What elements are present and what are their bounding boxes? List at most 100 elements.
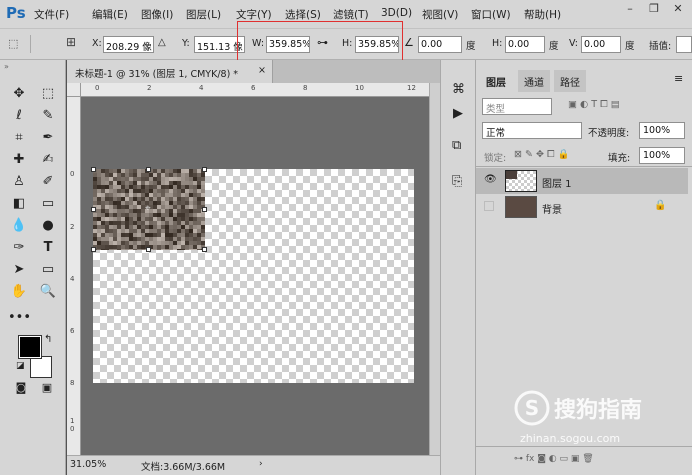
brush-tool-icon[interactable]: ✍: [37, 150, 59, 170]
status-bar: 31.05% 文档:3.66M/3.66M ›: [67, 455, 440, 475]
fill-field[interactable]: 100%: [639, 147, 685, 164]
type-tool-icon[interactable]: T: [37, 238, 59, 258]
menu-window[interactable]: 窗口(W): [471, 7, 511, 22]
menu-3d[interactable]: 3D(D): [381, 7, 412, 19]
separator: [30, 35, 31, 53]
tab-paths[interactable]: 路径: [554, 70, 586, 92]
menu-view[interactable]: 视图(V): [422, 7, 458, 22]
transform-handle-br[interactable]: [202, 247, 207, 252]
ruler-left-tick: 1: [70, 417, 75, 425]
menu-select[interactable]: 选择(S): [285, 7, 321, 22]
transform-center-icon[interactable]: ⌖: [145, 203, 151, 214]
history-brush-tool-icon[interactable]: ✐: [37, 172, 59, 192]
actions-panel-icon[interactable]: ▶: [453, 106, 463, 121]
delta-icon[interactable]: △: [158, 37, 166, 48]
hand-tool-icon[interactable]: ✋: [8, 282, 30, 302]
move-transform-icon[interactable]: ⬚: [8, 37, 18, 50]
stamp-tool-icon[interactable]: ♙: [8, 172, 30, 192]
history-panel-icon[interactable]: ⌘: [452, 82, 465, 97]
reference-point-icon[interactable]: ⊞: [66, 35, 76, 49]
menu-layer[interactable]: 图层(L): [186, 7, 221, 22]
collapse-icon[interactable]: »: [4, 62, 9, 71]
doc-size-info: 文档:3.66M/3.66M: [141, 462, 226, 473]
eyedropper-tool-icon[interactable]: ✒: [37, 128, 59, 148]
transform-handle-tr[interactable]: [202, 167, 207, 172]
transform-handle-tm[interactable]: [146, 167, 151, 172]
3d-panel-icon[interactable]: ⧉: [452, 138, 461, 153]
background-color-swatch[interactable]: [30, 356, 52, 378]
dodge-tool-icon[interactable]: ●: [37, 216, 59, 236]
status-menu-icon[interactable]: ›: [259, 459, 263, 469]
healing-tool-icon[interactable]: ✚: [8, 150, 30, 170]
default-colors-icon[interactable]: ◪: [16, 361, 25, 371]
layer-footer-icons[interactable]: ⊶ fx ◙ ◐ ▭ ▣ 🗑: [514, 454, 594, 464]
quick-select-tool-icon[interactable]: ✎: [37, 106, 59, 126]
transform-handle-mr[interactable]: [202, 207, 207, 212]
close-window-button[interactable]: ✕: [666, 0, 690, 18]
tab-channels[interactable]: 通道: [518, 70, 550, 92]
menu-image[interactable]: 图像(I): [141, 7, 173, 22]
x-field[interactable]: 208.29 像: [103, 36, 154, 53]
close-tab-icon[interactable]: ×: [258, 65, 266, 76]
transform-handle-bl[interactable]: [91, 247, 96, 252]
document-tab[interactable]: 未标题-1 @ 31% (图层 1, CMYK/8) * ×: [67, 60, 273, 83]
menu-help[interactable]: 帮助(H): [524, 7, 561, 22]
lock-label: 锁定:: [484, 153, 507, 164]
document-tab-title: 未标题-1 @ 31% (图层 1, CMYK/8) *: [75, 69, 239, 80]
h-skew-field[interactable]: 0.00: [505, 36, 545, 53]
v-skew-unit: 度: [625, 41, 635, 52]
y-label: Y:: [182, 38, 190, 49]
layer-row-layer1[interactable]: 👁 图层 1: [476, 168, 688, 194]
watermark: S 搜狗指南 zhinan.sogou.com: [512, 388, 692, 448]
blur-tool-icon[interactable]: 💧: [8, 216, 30, 236]
highlight-box: [237, 21, 403, 63]
rectangle-tool-icon[interactable]: ▭: [37, 260, 59, 280]
more-tools-icon[interactable]: •••: [8, 308, 31, 328]
quick-mask-icon[interactable]: ◙: [10, 378, 32, 398]
vertical-scrollbar[interactable]: [429, 83, 440, 455]
opacity-field[interactable]: 100%: [639, 122, 685, 139]
menu-filter[interactable]: 滤镜(T): [333, 7, 369, 22]
transform-handle-tl[interactable]: [91, 167, 96, 172]
filter-label: 类型: [486, 104, 506, 115]
crop-tool-icon[interactable]: ⌗: [8, 128, 30, 148]
angle-field[interactable]: 0.00: [418, 36, 462, 53]
filter-select[interactable]: 类型: [482, 98, 552, 115]
layer-row-background[interactable]: 背景 🔒: [476, 194, 688, 220]
properties-panel-icon[interactable]: ⎘: [452, 174, 462, 189]
move-tool-icon[interactable]: ✥: [8, 84, 30, 104]
transform-handle-ml[interactable]: [91, 207, 96, 212]
fill-label: 填充:: [608, 153, 631, 164]
visibility-off-box[interactable]: [484, 201, 494, 211]
panel-menu-icon[interactable]: ≡: [674, 72, 683, 85]
zoom-tool-icon[interactable]: 🔍: [37, 282, 59, 302]
separator: [476, 166, 692, 167]
tab-layers[interactable]: 图层: [480, 70, 512, 92]
restore-button[interactable]: ❐: [642, 0, 666, 18]
visibility-eye-icon[interactable]: 👁: [484, 174, 497, 185]
v-skew-field[interactable]: 0.00: [581, 36, 621, 53]
blend-mode-select[interactable]: 正常: [482, 122, 582, 139]
background-layer-name[interactable]: 背景: [542, 201, 562, 216]
lasso-tool-icon[interactable]: ℓ: [8, 106, 30, 126]
transform-handle-bm[interactable]: [146, 247, 151, 252]
minimize-button[interactable]: –: [618, 0, 642, 18]
marquee-tool-icon[interactable]: ⬚: [37, 84, 59, 104]
watermark-brand: 搜狗指南: [554, 398, 643, 423]
pen-tool-icon[interactable]: ✑: [8, 238, 30, 258]
menu-file[interactable]: 文件(F): [34, 7, 69, 22]
filter-icons[interactable]: ▣ ◐ T ⧠ ▤: [568, 99, 620, 110]
zoom-level[interactable]: 31.05%: [70, 459, 106, 470]
lock-icons[interactable]: ⊠ ✎ ✥ ⧠ 🔒: [514, 149, 569, 160]
menu-type[interactable]: 文字(Y): [236, 7, 272, 22]
foreground-color-swatch[interactable]: [18, 335, 42, 359]
menu-edit[interactable]: 编辑(E): [92, 7, 128, 22]
swap-colors-icon[interactable]: ↰: [44, 334, 52, 345]
path-select-tool-icon[interactable]: ➤: [8, 260, 30, 280]
screen-mode-icon[interactable]: ▣: [36, 378, 58, 398]
photoshop-logo: Ps: [6, 4, 26, 22]
interpolation-select[interactable]: [676, 36, 692, 53]
gradient-tool-icon[interactable]: ▭: [37, 194, 59, 214]
layer1-name[interactable]: 图层 1: [542, 175, 572, 190]
eraser-tool-icon[interactable]: ◧: [8, 194, 30, 214]
